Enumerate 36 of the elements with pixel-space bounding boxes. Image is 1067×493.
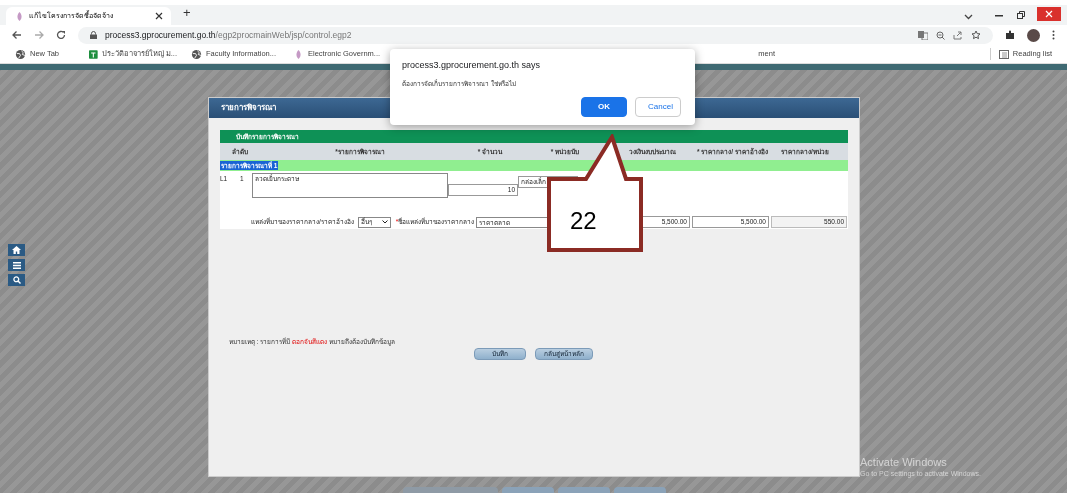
logo-icon: [293, 48, 304, 60]
close-icon[interactable]: [155, 12, 163, 20]
minimize-icon[interactable]: [995, 15, 1003, 17]
spreadsheet-icon: [89, 48, 98, 60]
back-arrow-icon[interactable]: [12, 30, 22, 40]
translate-icon[interactable]: [918, 30, 928, 40]
caret-icon[interactable]: [381, 220, 388, 224]
home-button[interactable]: [8, 244, 25, 256]
zoom-icon[interactable]: [936, 30, 945, 40]
search-icon[interactable]: [12, 276, 21, 284]
search-button[interactable]: [8, 274, 25, 286]
menu-button[interactable]: [8, 259, 25, 271]
reading-list-icon[interactable]: [998, 49, 1009, 59]
restore-icon[interactable]: [1017, 11, 1025, 19]
dialog-title: process3.gprocurement.go.th says: [402, 59, 542, 72]
share-icon[interactable]: [953, 30, 963, 40]
dialog-button[interactable]: OK: [581, 97, 627, 118]
globe-icon: [15, 48, 26, 60]
chevron-down-icon[interactable]: [964, 14, 973, 20]
lock-icon: [90, 31, 97, 39]
menu-icon[interactable]: [12, 261, 21, 269]
avatar-icon[interactable]: [1027, 28, 1040, 42]
more-icon[interactable]: [1052, 30, 1055, 40]
activation-title: Activate Windows: [860, 456, 948, 470]
home-icon[interactable]: [12, 246, 21, 254]
new-tab-button[interactable]: +: [183, 2, 191, 22]
close-window-button[interactable]: [1037, 7, 1061, 21]
reload-icon[interactable]: [56, 30, 66, 40]
callout-number: 22: [570, 206, 597, 236]
url-text: process3.gprocurement.go.th/egp2procmainWeb/jsp/control.egp2: [105, 28, 352, 42]
logo-icon: [14, 10, 25, 22]
panel-title: รายการพิจารณา: [221, 102, 276, 114]
address-bar[interactable]: process3.gprocurement.go.th/egp2procmainWeb/jsp/control.egp2: [78, 26, 993, 44]
star-icon[interactable]: [971, 30, 981, 40]
globe-icon: [191, 48, 202, 60]
dialog-button[interactable]: Cancel: [635, 97, 681, 118]
